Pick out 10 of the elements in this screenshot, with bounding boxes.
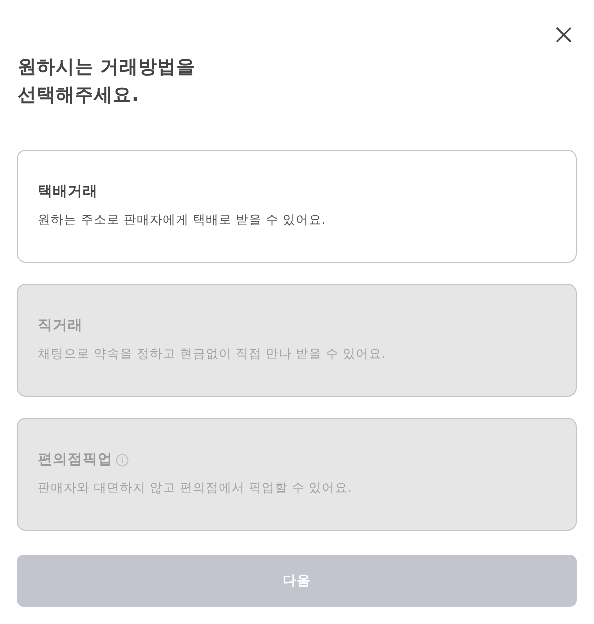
- option-title: 택배거래: [38, 183, 98, 202]
- page-title: 선택해주세요.: [18, 84, 140, 108]
- close-icon: [555, 26, 573, 44]
- option-description: 원하는 주소로 판매자에게 택배로 받을 수 있어요.: [38, 211, 327, 229]
- option-title: 편의점픽업: [38, 451, 113, 470]
- option-description: 채팅으로 약속을 정하고 현금없이 직접 만나 받을 수 있어요.: [38, 345, 387, 363]
- page-title: 원하시는 거래방법을: [18, 56, 196, 80]
- option-description: 판매자와 대면하지 않고 편의점에서 픽업할 수 있어요.: [38, 479, 353, 497]
- option-title: 직거래: [38, 317, 83, 336]
- delivery-option-card[interactable]: 택배거래 원하는 주소로 판매자에게 택배로 받을 수 있어요.: [17, 150, 577, 263]
